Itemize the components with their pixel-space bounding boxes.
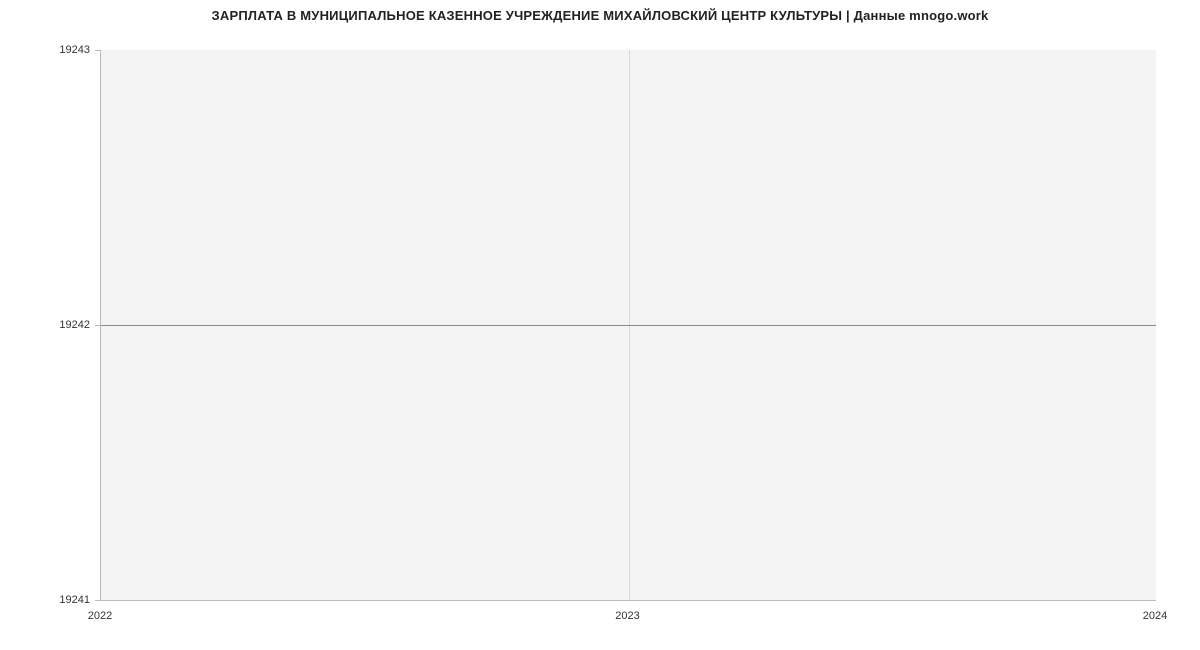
chart-title: ЗАРПЛАТА В МУНИЦИПАЛЬНОЕ КАЗЕННОЕ УЧРЕЖД… [0,8,1200,23]
x-tick-label: 2022 [88,610,112,622]
y-tick-label: 19242 [50,319,90,331]
series-line [101,325,1156,326]
y-tick-label: 19241 [50,594,90,606]
y-tick-mark [95,600,100,601]
y-tick-mark [95,50,100,51]
x-tick-label: 2023 [615,610,639,622]
y-tick-mark [95,325,100,326]
x-tick-label: 2024 [1143,610,1167,622]
plot-area [100,50,1156,601]
y-tick-label: 19243 [50,44,90,56]
